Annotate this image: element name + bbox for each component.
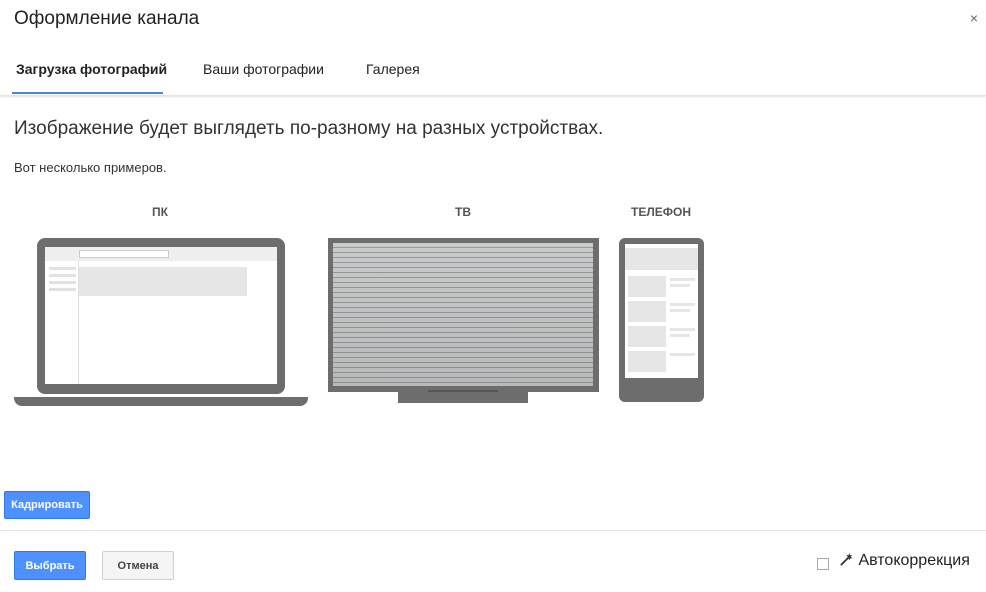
phone-banner-image [625, 248, 698, 270]
phone-preview [619, 238, 704, 402]
tv-preview [328, 238, 599, 392]
device-label-phone: ТЕЛЕФОН [631, 205, 691, 219]
close-icon[interactable]: × [970, 10, 978, 26]
magic-wand-icon [840, 552, 853, 566]
laptop-base [14, 397, 308, 406]
tab-bar: Загрузка фотографий Ваши фотографии Гале… [0, 52, 986, 96]
cancel-button[interactable]: Отмена [102, 551, 174, 580]
autocorrect-label: Автокоррекция [858, 552, 970, 569]
laptop-banner-image [79, 267, 247, 296]
phone-text-line [670, 353, 695, 356]
phone-text-line [670, 334, 690, 337]
preview-subtext: Вот несколько примеров. [14, 160, 167, 175]
dialog-title: Оформление канала [14, 8, 200, 29]
autocorrect-checkbox[interactable] [817, 558, 829, 570]
tab-gallery[interactable]: Галерея [366, 61, 420, 77]
select-button[interactable]: Выбрать [14, 551, 86, 580]
phone-text-line [670, 278, 695, 281]
laptop-sidebar-line [49, 281, 76, 284]
phone-text-line [670, 309, 690, 312]
device-label-tv: ТВ [455, 205, 471, 219]
tv-banner-image [333, 243, 593, 386]
crop-button[interactable]: Кадрировать [4, 491, 90, 519]
laptop-preview [37, 238, 285, 394]
tab-upload-photos[interactable]: Загрузка фотографий [16, 61, 167, 77]
laptop-sidebar-line [49, 267, 76, 270]
footer-divider [0, 530, 986, 531]
phone-text-line [670, 303, 695, 306]
tv-stand [398, 392, 528, 403]
phone-video-thumb [628, 326, 666, 347]
laptop-screen-content [45, 247, 277, 384]
phone-screen-content [625, 244, 698, 378]
device-label-pc: ПК [152, 205, 168, 219]
phone-video-thumb [628, 351, 666, 372]
phone-video-thumb [628, 276, 666, 297]
phone-text-line [670, 284, 690, 287]
laptop-search-bar [79, 250, 169, 258]
phone-text-line [670, 328, 695, 331]
laptop-sidebar-line [49, 274, 76, 277]
tab-your-photos[interactable]: Ваши фотографии [203, 61, 324, 77]
autocorrect-toggle[interactable]: Автокоррекция [839, 552, 970, 570]
phone-video-thumb [628, 301, 666, 322]
laptop-sidebar-line [49, 288, 76, 291]
preview-headline: Изображение будет выглядеть по-разному н… [14, 118, 604, 139]
active-tab-indicator [12, 92, 163, 94]
